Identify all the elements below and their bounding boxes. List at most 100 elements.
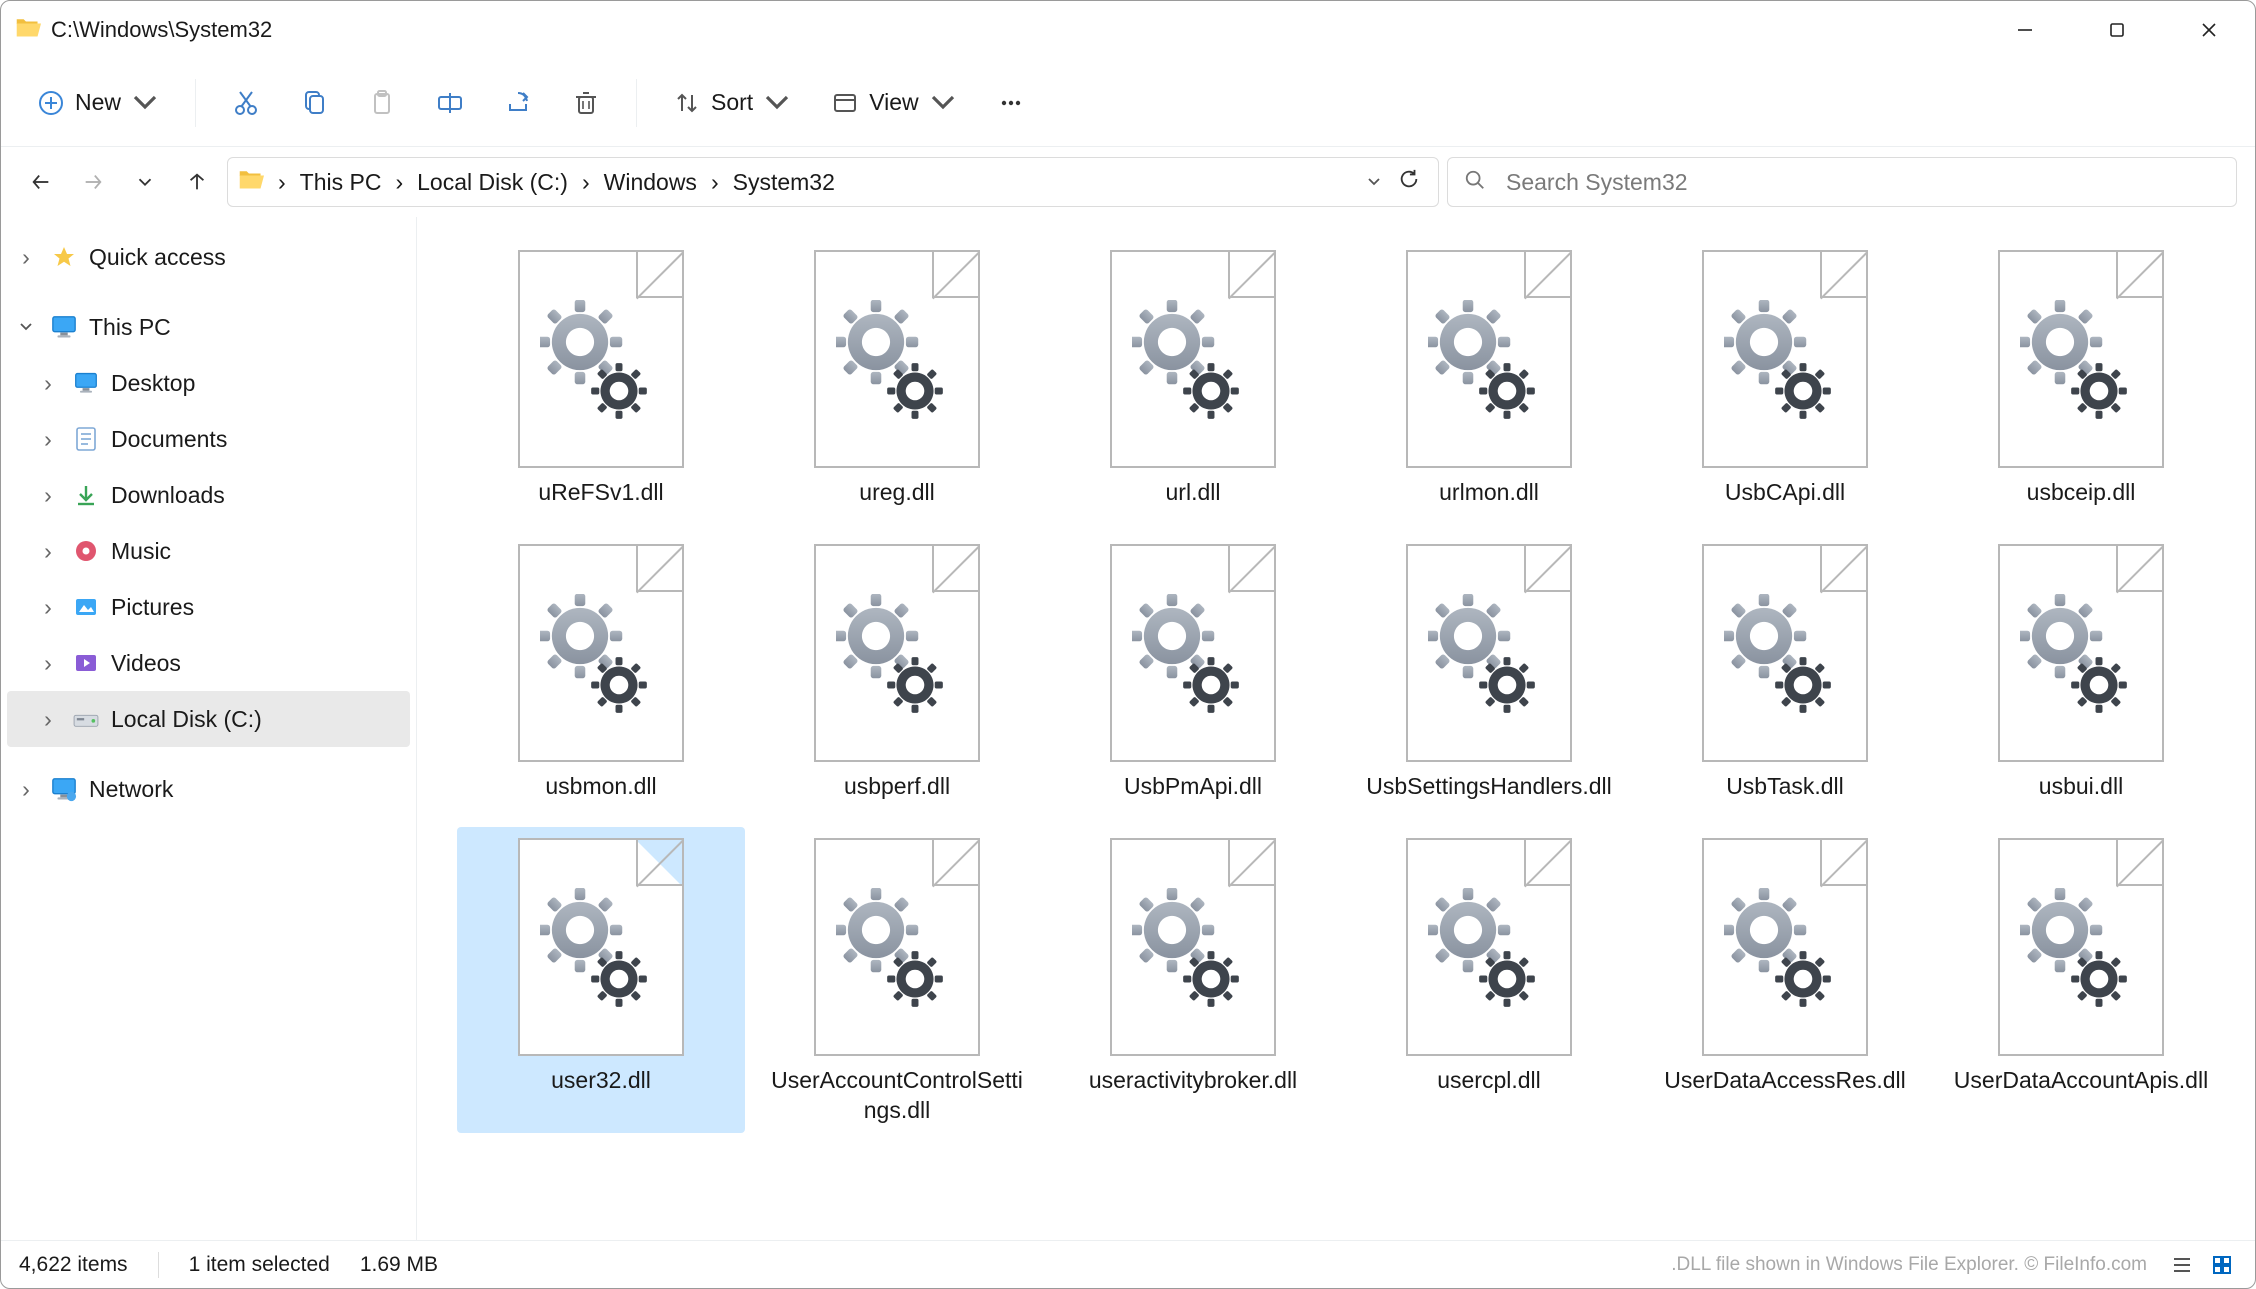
cut-button[interactable] (216, 75, 276, 131)
file-name: usercpl.dll (1437, 1066, 1541, 1096)
chevron-right-icon: › (13, 244, 39, 271)
sidebar-label: Documents (111, 426, 227, 453)
navigation-bar: › This PC › Local Disk (C:) › Windows › … (1, 147, 2255, 217)
sidebar-item-downloads[interactable]: ›Downloads (7, 467, 410, 523)
file-item[interactable]: url.dll (1049, 239, 1337, 515)
sidebar-label: Pictures (111, 594, 194, 621)
file-item[interactable]: UserAccountControlSettings.dll (753, 827, 1041, 1133)
dll-file-icon (518, 250, 684, 468)
address-bar[interactable]: › This PC › Local Disk (C:) › Windows › … (227, 157, 1439, 207)
more-button[interactable] (981, 75, 1041, 131)
dll-file-icon (1998, 838, 2164, 1056)
file-name: ureg.dll (859, 478, 934, 508)
file-item[interactable]: UsbCApi.dll (1641, 239, 1929, 515)
folder-icon (15, 14, 41, 46)
maximize-button[interactable] (2071, 1, 2163, 59)
chevron-right-icon: › (35, 370, 61, 397)
file-item[interactable]: UsbSettingsHandlers.dll (1345, 533, 1633, 809)
chevron-right-icon: › (35, 594, 61, 621)
chevron-right-icon: › (582, 169, 590, 196)
chevron-right-icon: › (35, 538, 61, 565)
sidebar-label: Videos (111, 650, 181, 677)
dll-file-icon (1110, 250, 1276, 468)
recent-locations-button[interactable] (123, 160, 167, 204)
sort-icon (673, 89, 701, 117)
dll-file-icon (1406, 838, 1572, 1056)
breadcrumb-local-disk[interactable]: Local Disk (C:) (417, 169, 568, 196)
dll-file-icon (1998, 544, 2164, 762)
file-item[interactable]: usbperf.dll (753, 533, 1041, 809)
file-item[interactable]: ureg.dll (753, 239, 1041, 515)
item-icon (71, 539, 101, 563)
item-icon (71, 426, 101, 452)
file-item[interactable]: UsbPmApi.dll (1049, 533, 1337, 809)
large-icons-view-button[interactable] (2207, 1250, 2237, 1280)
status-item-count: 4,622 items (19, 1253, 128, 1277)
up-button[interactable] (175, 160, 219, 204)
file-item[interactable]: usercpl.dll (1345, 827, 1633, 1133)
file-pane[interactable]: uReFSv1.dll ureg.dll url.dll urlmon.dll UsbC… (417, 217, 2255, 1240)
file-item[interactable]: usbui.dll (1937, 533, 2225, 809)
status-selection: 1 item selected (189, 1253, 330, 1277)
file-name: UsbPmApi.dll (1124, 772, 1262, 802)
sidebar-item-documents[interactable]: ›Documents (7, 411, 410, 467)
star-icon (49, 245, 79, 269)
new-button[interactable]: New (21, 75, 175, 131)
breadcrumb-system32[interactable]: System32 (733, 169, 835, 196)
details-view-button[interactable] (2167, 1250, 2197, 1280)
more-icon (997, 89, 1025, 117)
sidebar-item-pictures[interactable]: › Pictures (7, 579, 410, 635)
close-button[interactable] (2163, 1, 2255, 59)
chevron-right-icon: › (35, 482, 61, 509)
status-size: 1.69 MB (360, 1253, 438, 1277)
sort-label: Sort (711, 89, 753, 116)
file-item[interactable]: usbceip.dll (1937, 239, 2225, 515)
address-dropdown-button[interactable] (1366, 169, 1382, 196)
item-icon (71, 708, 101, 730)
delete-button[interactable] (556, 75, 616, 131)
watermark-text: .DLL file shown in Windows File Explorer… (1671, 1254, 2147, 1276)
file-item[interactable]: useractivitybroker.dll (1049, 827, 1337, 1133)
file-item[interactable]: urlmon.dll (1345, 239, 1633, 515)
sidebar-item-desktop[interactable]: ›Desktop (7, 355, 410, 411)
back-button[interactable] (19, 160, 63, 204)
paste-button[interactable] (352, 75, 412, 131)
sidebar-item-videos[interactable]: ›Videos (7, 635, 410, 691)
sidebar-item-this-pc[interactable]: This PC (7, 299, 410, 355)
file-item[interactable]: uReFSv1.dll (457, 239, 745, 515)
sidebar-label: Quick access (89, 244, 226, 271)
delete-icon (572, 89, 600, 117)
minimize-button[interactable] (1979, 1, 2071, 59)
sidebar-item-music[interactable]: ›Music (7, 523, 410, 579)
breadcrumb-windows[interactable]: Windows (604, 169, 697, 196)
file-name: usbperf.dll (844, 772, 950, 802)
copy-button[interactable] (284, 75, 344, 131)
search-box[interactable] (1447, 157, 2237, 207)
dll-file-icon (1110, 544, 1276, 762)
dll-file-icon (1110, 838, 1276, 1056)
status-bar: 4,622 items 1 item selected 1.69 MB .DLL… (1, 1240, 2255, 1288)
chevron-down-icon (929, 89, 957, 117)
refresh-button[interactable] (1398, 168, 1420, 196)
file-item[interactable]: UsbTask.dll (1641, 533, 1929, 809)
sort-button[interactable]: Sort (657, 75, 807, 131)
share-icon (504, 89, 532, 117)
share-button[interactable] (488, 75, 548, 131)
dll-file-icon (814, 250, 980, 468)
search-input[interactable] (1504, 168, 2220, 197)
file-name: usbceip.dll (2027, 478, 2136, 508)
file-item[interactable]: user32.dll (457, 827, 745, 1133)
forward-button[interactable] (71, 160, 115, 204)
file-name: urlmon.dll (1439, 478, 1539, 508)
view-button[interactable]: View (815, 75, 972, 131)
search-icon (1464, 169, 1486, 196)
file-item[interactable]: usbmon.dll (457, 533, 745, 809)
sidebar-item-quick-access[interactable]: › Quick access (7, 229, 410, 285)
rename-button[interactable] (420, 75, 480, 131)
sidebar-item-local-disk-c-[interactable]: ›Local Disk (C:) (7, 691, 410, 747)
file-item[interactable]: UserDataAccessRes.dll (1641, 827, 1929, 1133)
sidebar-item-network[interactable]: › Network (7, 761, 410, 817)
file-item[interactable]: UserDataAccountApis.dll (1937, 827, 2225, 1133)
breadcrumb-this-pc[interactable]: This PC (300, 169, 382, 196)
dll-file-icon (1702, 250, 1868, 468)
